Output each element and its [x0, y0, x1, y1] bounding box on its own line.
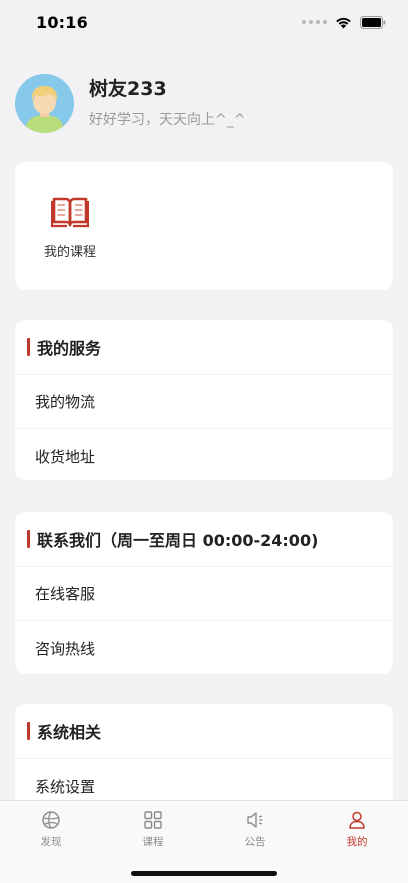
- speaker-icon: [247, 812, 263, 828]
- status-bar: 10:16: [0, 0, 408, 44]
- wifi-icon: [336, 17, 351, 28]
- signal-dots-icon: [302, 20, 327, 24]
- my-logistics-row[interactable]: 我的物流: [15, 375, 393, 429]
- tab-announcements-label: 公告: [244, 836, 266, 848]
- system-header: 系统相关: [15, 704, 393, 759]
- online-support-row[interactable]: 在线客服: [15, 567, 393, 621]
- course-card: 我的课程: [15, 162, 393, 290]
- username: 树友233: [89, 78, 167, 100]
- services-title: 我的服务: [37, 339, 102, 358]
- contact-title: 联系我们（周一至周日 00:00-24:00): [37, 531, 319, 550]
- tab-announcements[interactable]: 公告: [204, 801, 306, 853]
- my-courses-button[interactable]: 我的课程: [35, 196, 105, 260]
- contact-card: 联系我们（周一至周日 00:00-24:00) 在线客服 咨询热线: [15, 512, 393, 674]
- services-header: 我的服务: [15, 320, 393, 375]
- tab-mine-label: 我的: [346, 836, 368, 848]
- person-icon: [349, 811, 365, 829]
- book-icon: [51, 197, 89, 228]
- home-indicator: [131, 871, 277, 876]
- avatar[interactable]: [15, 73, 74, 133]
- contact-header: 联系我们（周一至周日 00:00-24:00): [15, 512, 393, 567]
- avatar-illustration-icon: [15, 73, 74, 133]
- tab-courses-label: 课程: [142, 836, 164, 848]
- user-motto: 好好学习，天天向上^_^: [89, 112, 246, 128]
- system-title: 系统相关: [37, 723, 102, 742]
- status-time: 10:16: [36, 12, 88, 32]
- system-card: 系统相关 系统设置: [15, 704, 393, 814]
- grid-icon: [144, 811, 162, 829]
- tab-mine[interactable]: 我的: [306, 801, 408, 853]
- section-accent-bar: [27, 338, 30, 356]
- discover-icon: [42, 811, 60, 829]
- my-courses-label: 我的课程: [43, 245, 96, 260]
- tab-discover[interactable]: 发现: [0, 801, 102, 853]
- section-accent-bar: [27, 722, 30, 740]
- profile-text: 树友233 好好学习，天天向上^_^: [89, 77, 245, 129]
- shipping-address-row[interactable]: 收货地址: [15, 429, 393, 483]
- battery-icon: [360, 15, 386, 29]
- status-icons: [302, 15, 386, 29]
- hotline-row[interactable]: 咨询热线: [15, 621, 393, 675]
- tab-discover-label: 发现: [40, 836, 62, 848]
- section-accent-bar: [27, 530, 30, 548]
- tab-courses[interactable]: 课程: [102, 801, 204, 853]
- services-card: 我的服务 我的物流 收货地址: [15, 320, 393, 480]
- profile-header[interactable]: 树友233 好好学习，天天向上^_^: [15, 72, 395, 134]
